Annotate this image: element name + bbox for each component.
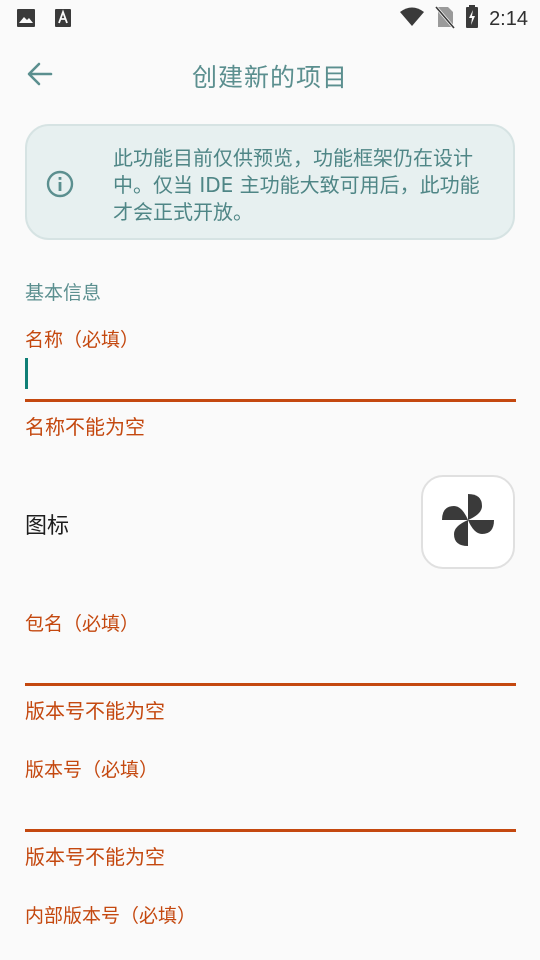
preview-notice-card: 此功能目前仅供预览，功能框架仍在设计中。仅当 IDE 主功能大致可用后，此功能才… xyxy=(25,124,515,240)
pinwheel-icon xyxy=(436,488,500,556)
battery-charging-icon xyxy=(465,5,479,33)
no-sim-icon xyxy=(434,5,456,33)
package-label: 包名（必填） xyxy=(25,613,140,635)
name-label: 名称（必填） xyxy=(25,329,140,351)
version-input[interactable] xyxy=(25,792,516,832)
clock: 2:14 xyxy=(489,7,528,30)
notice-text: 此功能目前仅供预览，功能框架仍在设计中。仅当 IDE 主功能大致可用后，此功能才… xyxy=(113,146,480,224)
project-icon-picker[interactable] xyxy=(421,475,515,569)
page-title: 创建新的项目 xyxy=(191,63,348,92)
package-error: 版本号不能为空 xyxy=(25,699,165,723)
name-error: 名称不能为空 xyxy=(25,415,145,439)
wifi-icon xyxy=(399,6,425,32)
top-app-bar: 创建新的项目 xyxy=(0,44,540,106)
version-label: 版本号（必填） xyxy=(25,759,159,781)
name-input[interactable] xyxy=(25,362,516,402)
image-icon xyxy=(16,8,36,32)
create-project-screen: 2:14 创建新的项目 此功能目前仅供预览，功能框架仍在设计中。仅当 IDE 主… xyxy=(0,0,540,960)
package-input[interactable] xyxy=(25,646,516,686)
status-bar: 2:14 xyxy=(0,0,540,36)
version-error: 版本号不能为空 xyxy=(25,845,165,869)
info-icon xyxy=(46,170,74,198)
text-cursor xyxy=(25,358,28,389)
font-a-icon xyxy=(54,8,72,32)
section-basic-info: 基本信息 xyxy=(25,282,102,304)
internal-version-label: 内部版本号（必填） xyxy=(25,905,197,927)
icon-label: 图标 xyxy=(25,514,70,539)
